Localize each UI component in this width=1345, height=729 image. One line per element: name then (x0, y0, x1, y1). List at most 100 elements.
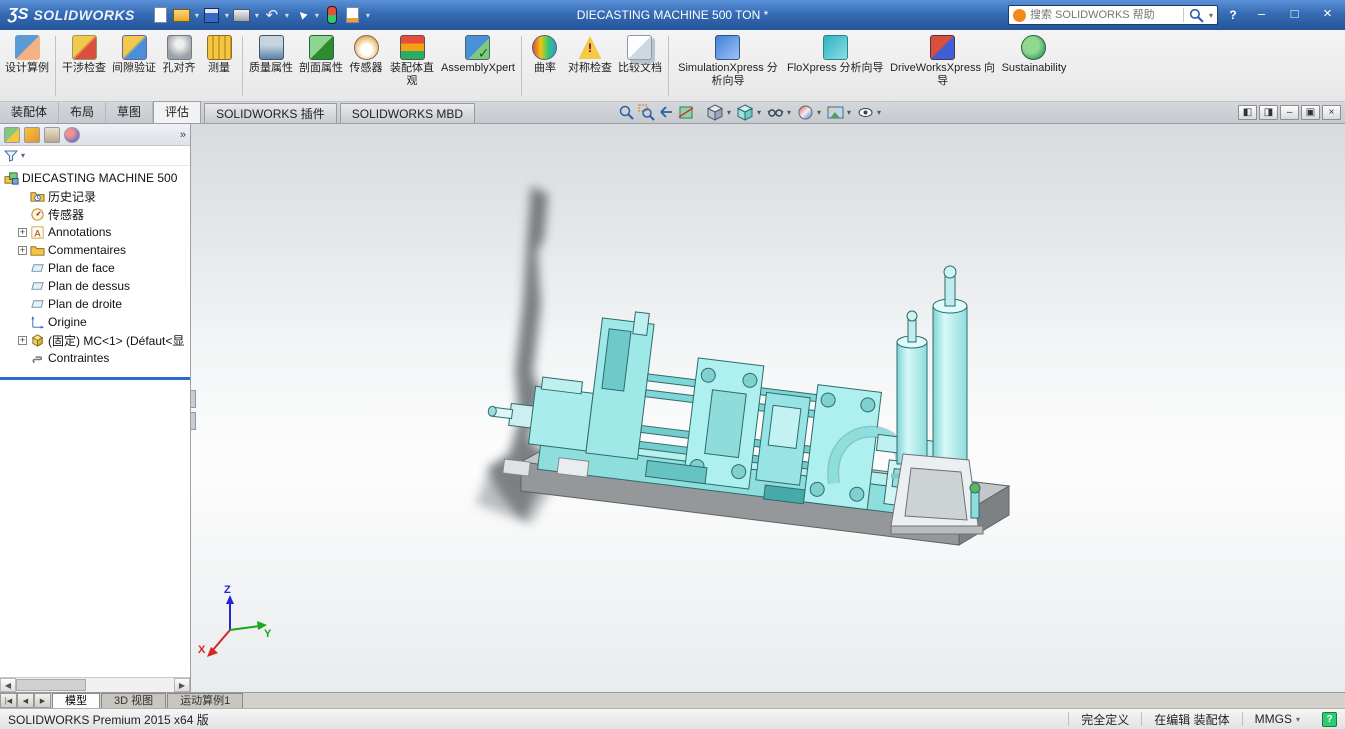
save-dropdown-caret-icon[interactable] (223, 11, 231, 20)
apply-scene-icon[interactable] (827, 104, 844, 121)
edit-appearance-caret-icon[interactable] (817, 108, 824, 117)
tab-assembly[interactable]: 装配体 (0, 102, 59, 123)
panel-splitter-grip[interactable] (191, 390, 196, 408)
ribbon-item-curvature[interactable]: 曲率 (525, 31, 565, 101)
pane-left-toggle-icon[interactable] (1238, 105, 1257, 120)
view-orientation-icon[interactable] (707, 104, 724, 121)
filter-caret-icon[interactable] (21, 151, 25, 160)
tree-item-commentaires[interactable]: Commentaires (0, 241, 190, 259)
hide-show-items-icon[interactable] (767, 104, 784, 121)
tab-3d-views[interactable]: 3D 视图 (101, 693, 166, 708)
new-document-icon[interactable] (151, 5, 171, 25)
ribbon-item-compare-documents[interactable]: 比较文档 (615, 31, 665, 101)
tree-item-plan-de-face[interactable]: Plan de face (0, 259, 190, 277)
tab-scroll-first-icon[interactable] (0, 693, 17, 708)
propertymanager-tab-icon[interactable] (24, 127, 40, 143)
tab-sketch[interactable]: 草图 (106, 102, 153, 123)
ribbon-item-mass-properties[interactable]: 质量属性 (246, 31, 296, 101)
apply-scene-caret-icon[interactable] (847, 108, 854, 117)
drain-valve[interactable] (970, 483, 980, 518)
ribbon-item-section-properties[interactable]: 剖面属性 (296, 31, 346, 101)
print-icon[interactable] (232, 5, 252, 25)
tree-item-plan-de-droite[interactable]: Plan de droite (0, 295, 190, 313)
file-properties-icon[interactable] (343, 5, 363, 25)
ribbon-item-simulationxpress[interactable]: SimulationXpress 分析向导 (672, 31, 784, 101)
support-frame[interactable] (891, 454, 983, 534)
ribbon-item-sustainability[interactable]: Sustainability (999, 31, 1070, 101)
ribbon-item-clearance-verification[interactable]: 间隙验证 (109, 31, 159, 101)
panel-flyout-chevron-icon[interactable] (180, 129, 186, 141)
undo-dropdown-caret-icon[interactable] (283, 11, 291, 20)
view-settings-caret-icon[interactable] (877, 108, 884, 117)
ribbon-item-assemblyxpert[interactable]: AssemblyXpert (438, 31, 518, 101)
previous-view-icon[interactable] (658, 104, 675, 121)
scrollbar-thumb[interactable] (16, 679, 86, 691)
ribbon-item-sensor[interactable]: 传感器 (346, 31, 386, 101)
tab-scroll-right-icon[interactable] (34, 693, 51, 708)
units-caret-icon[interactable] (1296, 715, 1300, 724)
ribbon-item-hole-alignment[interactable]: 孔对齐 (159, 31, 199, 101)
configurationmanager-tab-icon[interactable] (44, 127, 60, 143)
panel-split-bar[interactable] (0, 377, 190, 380)
section-view-icon[interactable] (678, 104, 695, 121)
hide-show-items-caret-icon[interactable] (787, 108, 794, 117)
minimize-button[interactable] (1248, 4, 1275, 26)
rebuild-icon[interactable] (322, 5, 342, 25)
scroll-right-icon[interactable] (174, 678, 190, 692)
filter-funnel-icon[interactable] (4, 150, 18, 162)
ribbon-item-symmetry-check[interactable]: 对称检查 (565, 31, 615, 101)
expand-icon[interactable] (18, 336, 27, 345)
search-input[interactable] (1030, 9, 1179, 21)
ribbon-item-floxpress[interactable]: FloXpress 分析向导 (784, 31, 887, 101)
search-icon[interactable] (1188, 7, 1205, 24)
display-style-caret-icon[interactable] (757, 108, 764, 117)
pane-right-toggle-icon[interactable] (1259, 105, 1278, 120)
panel-splitter-grip[interactable] (191, 412, 196, 430)
tab-motion-study-1[interactable]: 运动算例1 (167, 693, 243, 708)
tree-item-plan-de-dessus[interactable]: Plan de dessus (0, 277, 190, 295)
select-dropdown-caret-icon[interactable] (313, 11, 321, 20)
displaymanager-tab-icon[interactable] (64, 127, 80, 143)
ribbon-item-interference-detection[interactable]: 干涉检查 (59, 31, 109, 101)
expand-icon[interactable] (18, 228, 27, 237)
tab-layout[interactable]: 布局 (59, 102, 106, 123)
help-button[interactable] (1224, 6, 1242, 24)
tab-evaluate[interactable]: 评估 (153, 101, 201, 123)
print-dropdown-caret-icon[interactable] (253, 11, 261, 20)
view-settings-icon[interactable] (857, 104, 874, 121)
expand-icon[interactable] (18, 246, 27, 255)
close-button[interactable] (1314, 4, 1341, 26)
help-search-box[interactable] (1008, 5, 1218, 25)
scroll-left-icon[interactable] (0, 678, 16, 692)
maximize-button[interactable] (1281, 4, 1308, 26)
open-dropdown-caret-icon[interactable] (193, 11, 201, 20)
search-scope-caret-icon[interactable] (1209, 11, 1213, 20)
view-orientation-caret-icon[interactable] (727, 108, 734, 117)
select-cursor-icon[interactable] (292, 5, 312, 25)
status-units[interactable]: MMGS (1243, 712, 1312, 726)
ribbon-item-measure[interactable]: 测量 (199, 31, 239, 101)
model-3d-view[interactable]: Z X Y (191, 124, 1345, 692)
ribbon-item-driveworksxpress[interactable]: DriveWorksXpress 向导 (887, 31, 999, 101)
undo-icon[interactable] (262, 5, 282, 25)
restore-document-icon[interactable] (1301, 105, 1320, 120)
tree-root-assembly[interactable]: DIECASTING MACHINE 500 (0, 169, 190, 187)
graphics-viewport[interactable]: Z X Y (191, 124, 1345, 692)
tab-model[interactable]: 模型 (52, 693, 100, 708)
tree-item-annotations[interactable]: Annotations (0, 223, 190, 241)
tree-item-contraintes[interactable]: Contraintes (0, 349, 190, 367)
minimize-document-icon[interactable] (1280, 105, 1299, 120)
display-style-icon[interactable] (737, 104, 754, 121)
zoom-to-fit-icon[interactable] (618, 104, 635, 121)
featuremanager-tree-tab-icon[interactable] (4, 127, 20, 143)
zoom-to-area-icon[interactable] (638, 104, 655, 121)
edit-appearance-icon[interactable] (797, 104, 814, 121)
open-document-icon[interactable] (172, 5, 192, 25)
quick-tips-icon[interactable] (1322, 712, 1337, 727)
tree-item-origine[interactable]: Origine (0, 313, 190, 331)
close-document-icon[interactable] (1322, 105, 1341, 120)
tab-solidworks-addins[interactable]: SOLIDWORKS 插件 (204, 103, 337, 123)
tree-item-component-mc1[interactable]: (固定) MC<1> (Défaut<显 (0, 331, 190, 349)
scrollbar-track[interactable] (86, 678, 174, 692)
panel-horizontal-scrollbar[interactable] (0, 677, 190, 692)
